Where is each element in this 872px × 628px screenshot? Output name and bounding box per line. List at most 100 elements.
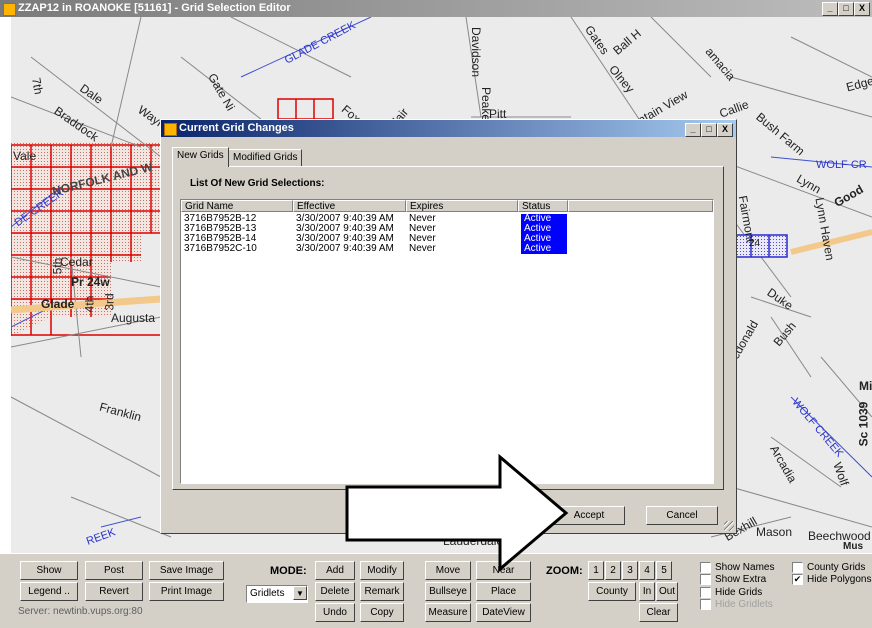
column-filler [568,200,713,212]
dialog-maximize-button[interactable]: □ [701,123,717,137]
checkbox-label: Show Names [715,562,775,573]
post-button[interactable]: Post [85,561,143,580]
checkbox-label: Hide Grids [715,587,763,598]
county-button[interactable]: County [588,582,636,601]
column-effective[interactable]: Effective [293,200,406,212]
window-title: ZZAP12 in ROANOKE [51161] - Grid Selecti… [18,2,291,14]
revert-button[interactable]: Revert [85,582,143,601]
check-icon[interactable]: ✔ [792,574,803,585]
map-label: 7th [29,76,46,96]
window-titlebar[interactable]: ZZAP12 in ROANOKE [51161] - Grid Selecti… [0,0,872,17]
checkbox-box[interactable] [700,562,711,573]
map-label: Davidson [469,26,484,78]
map-label: Mus [843,541,863,552]
resize-grip[interactable] [724,521,734,531]
add-button[interactable]: Add [315,561,355,580]
mode-select-value: Gridlets [250,588,285,599]
close-button[interactable]: X [854,2,870,16]
maximize-button[interactable]: □ [838,2,854,16]
print-image-button[interactable]: Print Image [149,582,224,601]
dialog-titlebar[interactable]: Current Grid Changes _ □ X [161,120,736,137]
modify-button[interactable]: Modify [360,561,404,580]
app-icon [3,3,16,16]
show-extra-checkbox[interactable]: Show Extra [700,574,766,585]
checkbox-label: County Grids [807,562,866,573]
grid-name-cell: 3716B7952C-10 [184,243,257,254]
zoom-out-button[interactable]: Out [656,582,678,601]
list-item[interactable]: 3716B7952B-14 3/30/2007 9:40:39 AM Never Ac… [181,234,713,244]
list-item[interactable]: 3716B7952C-10 3/30/2007 9:40:39 AM Never Ac… [181,244,713,254]
new-grids-panel: List Of New Grid Selections: Grid Name E… [172,166,724,490]
effective-cell: 3/30/2007 9:40:39 AM [296,243,394,254]
legend-button[interactable]: Legend .. [20,582,78,601]
checkbox-label: Hide Gridlets [715,599,773,610]
measure-button[interactable]: Measure [425,603,471,622]
tab-modified-grids[interactable]: Modified Grids [228,149,303,166]
map-label: Mason [756,525,793,539]
zoom-level-1-button[interactable]: 1 [588,561,604,580]
delete-button[interactable]: Delete [315,582,355,601]
tab-new-grids[interactable]: New Grids [172,147,229,167]
zoom-in-button[interactable]: In [639,582,655,601]
county-grids-checkbox[interactable]: County Grids [792,562,865,573]
minimize-button[interactable]: _ [822,2,838,16]
show-button[interactable]: Show [20,561,78,580]
map-label: 3rd [102,293,117,311]
dialog-close-button[interactable]: X [717,123,733,137]
clear-button[interactable]: Clear [639,603,678,622]
save-image-button[interactable]: Save Image [149,561,224,580]
map-label: Sc 1039 [856,401,871,447]
column-status[interactable]: Status [518,200,568,212]
server-label: Server: newtinb.vups.org:80 [18,606,143,617]
dialog-app-icon [164,123,177,136]
near-button[interactable]: Near [476,561,531,580]
copy-button[interactable]: Copy [360,603,404,622]
new-grids-listview[interactable]: Grid Name Effective Expires Status 3716B… [180,199,714,484]
remark-button[interactable]: Remark [360,582,404,601]
mode-select[interactable]: Gridlets ▼ [246,585,308,603]
hide-polygons-checkbox[interactable]: ✔ Hide Polygons [792,574,871,585]
accept-button[interactable]: Accept [553,506,625,525]
bullseye-button[interactable]: Bullseye [425,582,471,601]
window-controls: _ □ X [822,2,870,16]
show-names-checkbox[interactable]: Show Names [700,562,774,573]
checkbox-box [700,599,711,610]
zoom-level-2-button[interactable]: 2 [605,561,621,580]
map-label: Lauderdale [443,534,504,548]
map-label: Cedar [60,255,93,269]
map-label: 4th [82,295,97,313]
place-button[interactable]: Place [476,582,531,601]
zoom-level-4-button[interactable]: 4 [639,561,655,580]
hide-grids-checkbox[interactable]: Hide Grids [700,587,762,598]
dateview-button[interactable]: DateView [476,603,531,622]
move-button[interactable]: Move [425,561,471,580]
map-label: Augusta [111,311,156,325]
zoom-level-3-button[interactable]: 3 [622,561,638,580]
checkbox-box[interactable] [700,574,711,585]
mode-label: MODE: [270,565,307,577]
checkbox-box[interactable] [792,562,803,573]
list-item[interactable]: 3716B7952B-12 3/30/2007 9:40:39 AM Never Ac… [181,214,713,224]
list-header: Grid Name Effective Expires Status [181,200,713,213]
map-label: 24 [749,238,761,249]
status-cell: Active [521,244,567,254]
column-expires[interactable]: Expires [406,200,518,212]
checkbox-label: Show Extra [715,574,767,585]
map-label: Pr 24w [71,275,110,289]
dialog-minimize-button[interactable]: _ [685,123,701,137]
zoom-level-5-button[interactable]: 5 [656,561,672,580]
map-label: WOLF CR [816,159,867,171]
grid-selection-editor-window: ZZAP12 in ROANOKE [51161] - Grid Selecti… [0,0,872,628]
expires-cell: Never [409,243,436,254]
undo-button[interactable]: Undo [315,603,355,622]
column-grid-name[interactable]: Grid Name [181,200,293,212]
cancel-button[interactable]: Cancel [646,506,718,525]
current-grid-changes-dialog: Current Grid Changes _ □ X New Grids Mod… [160,119,737,534]
map-label: Glade [41,297,75,311]
checkbox-box[interactable] [700,587,711,598]
hide-gridlets-checkbox: Hide Gridlets [700,599,773,610]
list-title: List Of New Grid Selections: [190,178,325,189]
map-label: Vale [13,149,37,163]
chevron-down-icon[interactable]: ▼ [293,586,307,600]
list-item[interactable]: 3716B7952B-13 3/30/2007 9:40:39 AM Never Ac… [181,224,713,234]
